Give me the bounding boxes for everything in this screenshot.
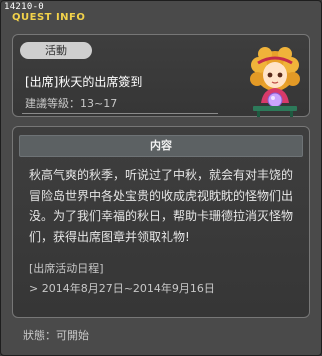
description-line: 冒险岛世界中各处宝贵的收成虎视眈眈的怪物们出 — [29, 188, 294, 203]
content-panel: 内容 秋高气爽的秋季，听说过了中秋，就会有对丰饶的 冒险岛世界中各处宝贵的收成虎… — [12, 126, 310, 318]
description-line: 们，获得出席图章并领取礼物! — [29, 229, 190, 244]
quest-id: 14210-0 — [4, 2, 45, 12]
description-line: 秋高气爽的秋季，听说过了中秋，就会有对丰饶的 — [29, 168, 294, 182]
fortune-teller-npc-icon — [250, 47, 300, 117]
description-line: 没。为了我们幸福的秋日，帮助卡珊德拉消灭怪物 — [29, 209, 294, 223]
content-section-header: 内容 — [19, 135, 303, 157]
event-name: [出席]秋天的出席簽到 — [25, 75, 143, 89]
title-bar[interactable]: 14210-0 QUEST INFO — [2, 2, 320, 24]
window-title: QUEST INFO — [12, 12, 86, 23]
event-type-badge: 活動 — [20, 42, 92, 59]
quest-status: 狀態：可開始 — [23, 329, 89, 342]
quest-info-window: 14210-0 QUEST INFO 活動 [出席]秋天的出席簽到 建議等級：1… — [0, 0, 322, 356]
divider — [22, 113, 218, 114]
event-summary-panel: 活動 [出席]秋天的出席簽到 建議等級：13~17 — [12, 34, 310, 117]
recommended-level: 建議等級：13~17 — [25, 97, 118, 110]
schedule-title: [出席活动日程] — [29, 262, 104, 275]
event-description: 秋高气爽的秋季，听说过了中秋，就会有对丰饶的 冒险岛世界中各处宝贵的收成虎视眈眈… — [29, 165, 301, 247]
schedule-date-range: > 2014年8月27日~2014年9月16日 — [29, 282, 215, 295]
